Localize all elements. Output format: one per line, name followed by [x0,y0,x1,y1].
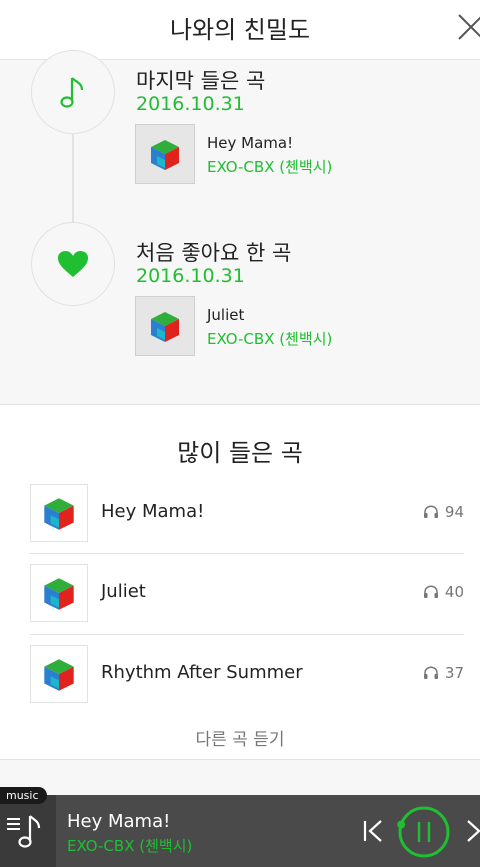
close-button[interactable] [456,12,480,42]
close-icon [458,14,480,40]
last-played-artist[interactable]: EXO-CBX (첸백시) [207,156,332,177]
heart-icon [58,251,88,277]
previous-button[interactable] [362,819,386,843]
headphones-icon [423,666,438,679]
last-played-date: 2016.10.31 [136,93,245,115]
song-title: Juliet [101,581,146,602]
play-count: 40 [423,583,464,601]
first-liked-badge [31,222,115,306]
song-title: Hey Mama! [101,501,205,522]
previous-icon [363,820,382,842]
pause-button[interactable] [397,805,451,859]
play-count: 37 [423,664,464,682]
play-count-value: 40 [444,583,464,601]
album-art-icon [151,140,179,170]
now-playing-title[interactable]: Hey Mama! [67,811,170,832]
now-playing-artist[interactable]: EXO-CBX (첸백시) [67,835,192,856]
play-count-value: 94 [444,503,464,521]
play-count-value: 37 [444,664,464,682]
intimacy-timeline: 마지막 들은 곡 2016.10.31 Hey Mama! EXO-CBX (첸… [0,50,480,405]
more-songs-link[interactable]: 다른 곡 듣기 [0,725,480,750]
divider [30,553,464,554]
play-count: 94 [423,503,464,521]
list-item[interactable]: Juliet 40 [30,564,464,644]
album-cover [30,645,88,703]
last-played-label: 마지막 들은 곡 [136,69,266,93]
list-item[interactable]: Hey Mama! 94 [30,484,464,564]
first-liked-date: 2016.10.31 [136,265,245,287]
playlist-button[interactable] [0,795,56,867]
next-icon [467,820,480,842]
section-title: 많이 들은 곡 [177,439,303,467]
album-cover [30,564,88,622]
playlist-icon [7,815,41,848]
headphones-icon [423,505,438,518]
last-played-song[interactable]: Hey Mama! [207,134,293,152]
album-cover[interactable] [135,296,195,356]
first-liked-label: 처음 좋아요 한 곡 [136,241,292,265]
first-liked-song[interactable]: Juliet [207,306,244,324]
album-art-icon [44,578,74,610]
last-played-badge [31,50,115,134]
song-title: Rhythm After Summer [101,662,303,683]
music-note-icon [60,77,84,108]
music-badge: music [0,787,47,804]
page-title: 나와의 친밀도 [169,16,311,44]
album-art-icon [44,498,74,530]
headphones-icon [423,585,438,598]
most-played-section: 많이 들은 곡 Hey Mama! 94 Juliet 40 Rhythm Af… [0,405,480,760]
album-cover [30,484,88,542]
first-liked-artist[interactable]: EXO-CBX (첸백시) [207,328,332,349]
album-art-icon [44,659,74,691]
album-cover[interactable] [135,124,195,184]
list-item[interactable]: Rhythm After Summer 37 [30,645,464,725]
next-button[interactable] [463,819,480,843]
album-art-icon [151,312,179,342]
section-spacer [0,760,480,795]
pause-icon [397,806,450,858]
mini-player[interactable]: Hey Mama! EXO-CBX (첸백시) [0,795,480,867]
divider [30,634,464,635]
